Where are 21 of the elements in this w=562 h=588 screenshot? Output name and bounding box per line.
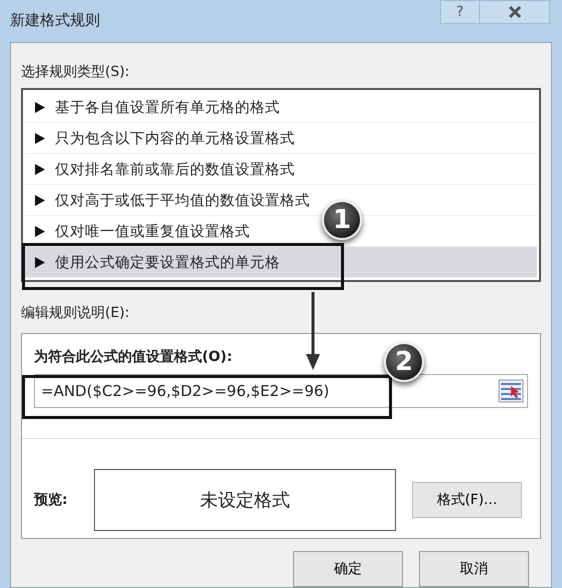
section-label: 选择规则类型(S): bbox=[21, 63, 131, 81]
rule-type-item[interactable]: 使用公式确定要设置格式的单元格 bbox=[25, 247, 537, 278]
preview-box: 未设定格式 bbox=[94, 469, 396, 531]
triangle-icon bbox=[35, 256, 45, 268]
help-button[interactable]: ? bbox=[440, 0, 480, 24]
triangle-icon bbox=[35, 102, 45, 112]
range-select-icon[interactable] bbox=[498, 379, 524, 403]
formula-field[interactable]: =AND($C2>=96,$D2>=96,$E2>=96) bbox=[34, 374, 528, 408]
triangle-icon bbox=[35, 132, 45, 144]
close-icon bbox=[508, 6, 522, 18]
dialog-button[interactable]: 确定 bbox=[293, 551, 403, 587]
triangle-icon bbox=[35, 194, 45, 206]
close-button[interactable] bbox=[480, 0, 550, 24]
dialog-button[interactable]: 取消 bbox=[419, 551, 529, 587]
formula-label: 为符合此公式的值设置格式(O): bbox=[34, 348, 232, 366]
section-label: 编辑规则说明(E): bbox=[21, 304, 130, 322]
preview-label: 预览: bbox=[34, 491, 69, 509]
triangle-icon bbox=[35, 164, 45, 174]
window-title: 新建格式规则 bbox=[10, 10, 100, 30]
format-button[interactable]: 格式(F)... bbox=[412, 482, 522, 518]
triangle-icon bbox=[35, 226, 45, 236]
